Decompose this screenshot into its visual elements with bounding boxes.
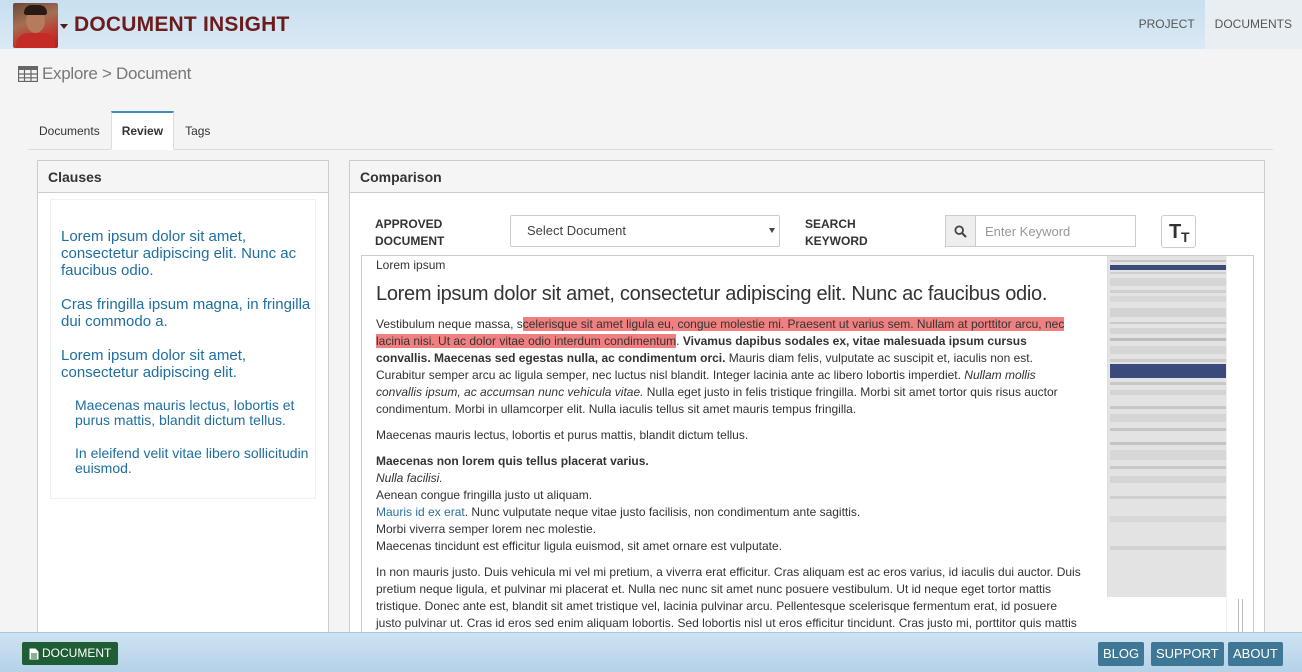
minimap-line	[1110, 442, 1226, 445]
document-paragraph: Vestibulum neque massa, scelerisque sit …	[376, 316, 1081, 418]
nav-project[interactable]: PROJECT	[1129, 0, 1205, 49]
minimap-line	[1110, 359, 1226, 362]
breadcrumb-text[interactable]: Explore > Document	[42, 64, 191, 84]
top-nav: PROJECT DOCUMENTS	[1129, 0, 1302, 49]
comparison-panel: Comparison APPROVED DOCUMENT Select Docu…	[349, 160, 1265, 640]
document-paragraph: In non mauris justo. Duis vehicula mi ve…	[376, 565, 1081, 630]
text-size-button[interactable]: T T	[1161, 215, 1196, 248]
minimap-line	[1110, 390, 1226, 395]
select-value: Select Document	[527, 223, 626, 238]
table-grid-icon	[18, 66, 38, 82]
minimap-line	[1110, 308, 1226, 317]
text-line: Aenean congue fringilla justo ut aliquam…	[376, 488, 593, 502]
footer-support-link[interactable]: SUPPORT	[1151, 642, 1224, 666]
approved-label-line2: DOCUMENT	[375, 234, 445, 248]
text-size-icon-large: T	[1169, 221, 1182, 243]
avatar-shirt	[16, 33, 55, 48]
text-span: .	[676, 334, 683, 348]
document-kicker: Lorem ipsum	[376, 258, 446, 272]
document-button-label: DOCUMENT	[42, 646, 112, 660]
footer-about-link[interactable]: ABOUT	[1228, 642, 1283, 666]
search-icon	[954, 224, 967, 238]
footer-blog-link[interactable]: BLOG	[1098, 642, 1145, 666]
footer-bar: DOCUMENT BLOG SUPPORT ABOUT	[0, 632, 1302, 672]
clause-subitem[interactable]: Maecenas mauris lectus, lobortis et puru…	[61, 398, 315, 428]
document-heading: Lorem ipsum dolor sit amet, consectetur …	[376, 283, 1048, 305]
document-minimap[interactable]	[1107, 256, 1227, 597]
tab-tags[interactable]: Tags	[174, 111, 221, 150]
search-label-line2: KEYWORD	[805, 234, 868, 248]
approved-document-select[interactable]: Select Document	[510, 215, 780, 247]
search-button[interactable]	[946, 216, 976, 246]
minimap-line	[1110, 382, 1226, 385]
document-paragraph: Maecenas non lorem quis tellus placerat …	[376, 453, 1081, 555]
caret-down-icon	[769, 228, 775, 233]
approved-document-label: APPROVED DOCUMENT	[375, 216, 444, 250]
tab-review[interactable]: Review	[110, 111, 175, 150]
document-button[interactable]: DOCUMENT	[22, 642, 119, 665]
tab-bar: Documents Review Tags	[28, 111, 1273, 150]
text-line: Maecenas tincidunt est efficitur ligula …	[376, 539, 782, 553]
document-link[interactable]: Mauris id ex erat	[376, 505, 465, 519]
document-content: Lorem ipsum Lorem ipsum dolor sit amet, …	[376, 257, 1081, 639]
clause-subitem[interactable]: In eleifend velit vitae libero sollicitu…	[61, 446, 315, 476]
text-size-icon-small: T	[1181, 229, 1190, 245]
minimap-line	[1110, 546, 1226, 550]
minimap-line	[1110, 364, 1226, 378]
chevron-down-icon[interactable]	[60, 24, 68, 29]
approved-label-line1: APPROVED	[375, 217, 443, 231]
search-keyword-label: SEARCH KEYWORD	[805, 216, 868, 250]
minimap-line	[1110, 428, 1226, 431]
minimap-line	[1110, 414, 1226, 422]
tab-documents[interactable]: Documents	[28, 111, 111, 150]
clauses-panel: Clauses Lorem ipsum dolor sit amet, cons…	[37, 160, 329, 640]
clause-item[interactable]: Lorem ipsum dolor sit amet, consectetur …	[61, 228, 315, 279]
text-line: Morbi viverra semper lorem nec molestie.	[376, 522, 597, 536]
file-icon	[29, 648, 39, 659]
app-title: DOCUMENT INSIGHT	[74, 13, 290, 36]
search-label-line1: SEARCH	[805, 217, 856, 231]
minimap-line	[1110, 496, 1226, 499]
minimap-line	[1110, 290, 1226, 293]
text-line: . Nunc vulputate neque vitae justo facil…	[464, 505, 861, 519]
document-paragraph: Maecenas mauris lectus, lobortis et puru…	[376, 428, 749, 442]
top-navbar: DOCUMENT INSIGHT PROJECT DOCUMENTS	[0, 0, 1302, 49]
clauses-list: Lorem ipsum dolor sit amet, consectetur …	[50, 199, 316, 499]
minimap-line	[1110, 322, 1226, 324]
breadcrumb: Explore > Document	[18, 64, 191, 84]
minimap-line	[1110, 338, 1226, 341]
italic-text: Nulla facilisi.	[376, 471, 443, 485]
user-avatar[interactable]	[13, 3, 58, 48]
keyword-search-input[interactable]	[976, 216, 1134, 246]
nav-documents[interactable]: DOCUMENTS	[1204, 0, 1302, 49]
minimap-line	[1110, 296, 1226, 302]
minimap-line	[1110, 476, 1226, 483]
minimap-line	[1110, 265, 1226, 270]
clause-item[interactable]: Lorem ipsum dolor sit amet, consectetur …	[61, 347, 315, 381]
minimap-line	[1110, 260, 1226, 262]
text-span: Vestibulum neque massa, s	[376, 317, 523, 331]
minimap-line	[1110, 406, 1226, 409]
minimap-line	[1110, 278, 1226, 286]
keyword-search-group	[945, 215, 1136, 247]
clause-item[interactable]: Cras fringilla ipsum magna, in fringilla…	[61, 296, 315, 330]
minimap-line	[1110, 346, 1226, 354]
minimap-line	[1110, 466, 1226, 469]
clauses-title: Clauses	[38, 161, 328, 193]
comparison-title: Comparison	[350, 161, 1264, 193]
document-viewer[interactable]: Lorem ipsum Lorem ipsum dolor sit amet, …	[361, 255, 1254, 640]
minimap-line	[1110, 328, 1226, 334]
avatar-hair	[24, 5, 47, 15]
vertical-scrollbar[interactable]	[1226, 256, 1253, 639]
bold-text: Maecenas non lorem quis tellus placerat …	[376, 454, 649, 468]
minimap-line	[1110, 516, 1226, 522]
minimap-line	[1110, 272, 1226, 274]
minimap-line	[1110, 450, 1226, 460]
